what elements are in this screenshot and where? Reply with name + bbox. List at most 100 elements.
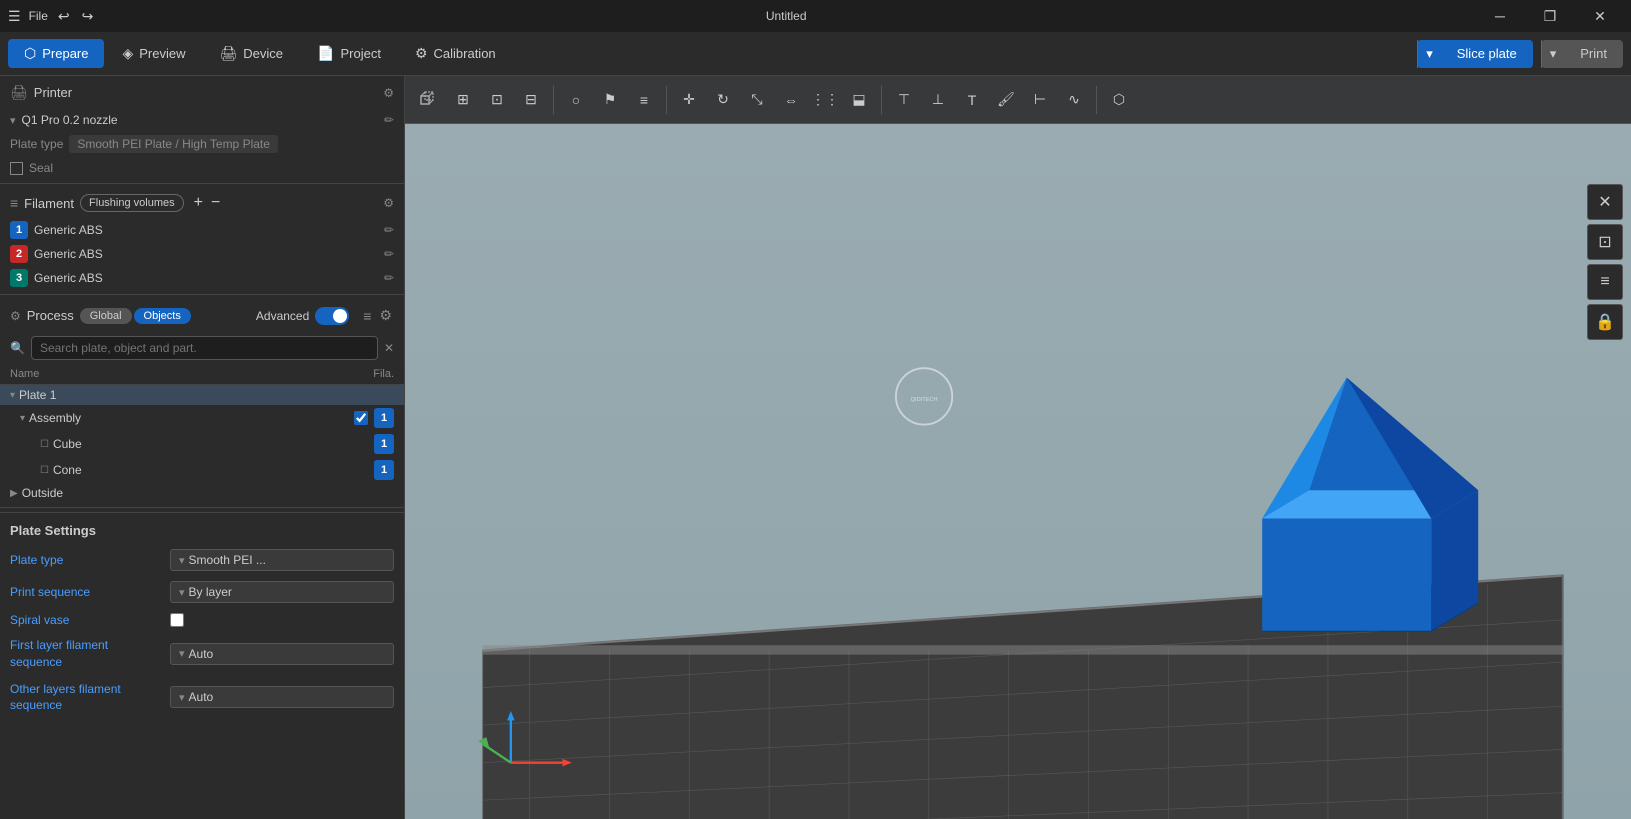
filament-num-3: 3 [10,269,28,287]
window-controls[interactable]: ─ ❐ ✕ [1477,0,1623,32]
divider-3 [0,507,404,508]
settings-cb-spiral-vase[interactable] [170,613,184,627]
assembly-checkbox[interactable] [354,411,368,425]
redo-button[interactable]: ↪ [80,6,96,27]
tree-row-cone[interactable]: ☐ Cone 1 [0,457,404,483]
filament-remove-icon[interactable]: − [211,194,220,212]
preview-icon: ◈ [122,45,133,62]
tb-obj-icon[interactable]: ○ [560,84,592,116]
filament-num-1: 1 [10,221,28,239]
search-icon: 🔍 [10,341,25,355]
tb-ortho-icon[interactable]: ⊟ [515,84,547,116]
tb-move-icon[interactable]: ✛ [673,84,705,116]
advanced-label: Advanced [256,309,309,323]
tree-row-plate1[interactable]: ▾ Plate 1 [0,385,404,405]
vp-layers-btn[interactable]: ≡ [1587,264,1623,300]
filament-name-2: Generic ABS [34,247,378,261]
nav-right: ▾ Slice plate ▾ Print [1417,40,1623,68]
tb-grid-icon[interactable]: ⊞ [447,84,479,116]
printer-settings-icon[interactable]: ⚙ [383,86,394,100]
flushing-volumes-button[interactable]: Flushing volumes [80,194,184,212]
printer-section-header: 🖨 Printer ⚙ [0,76,404,109]
tree-col-name: Name [10,368,344,380]
cone-fila-badge: 1 [374,460,394,480]
process-toggle-group[interactable]: Global Objects [80,308,191,324]
tab-project[interactable]: 📄 Project [301,39,397,68]
print-label[interactable]: Print [1564,40,1623,67]
slice-label[interactable]: Slice plate [1441,40,1533,67]
tb-layers-icon[interactable]: ≡ [628,84,660,116]
printer-name-label: Q1 Pro 0.2 nozzle [22,113,378,127]
tab-project-label: Project [340,46,380,61]
svg-text:QIDITECH: QIDITECH [911,397,938,403]
menu-area[interactable]: ☰ File ↩ ↪ [8,6,95,27]
seal-row: Seal [0,157,404,179]
undo-button[interactable]: ↩ [56,6,72,27]
plate-settings-title: Plate Settings [0,512,404,544]
settings-val-plate-type[interactable]: ▾ Smooth PEI ... [170,549,394,571]
search-input[interactable] [31,336,378,360]
slice-plate-button[interactable]: ▾ Slice plate [1417,40,1533,68]
tb-merge-icon[interactable]: ⊥ [922,84,954,116]
filament-add-icon[interactable]: + [194,194,203,212]
global-toggle[interactable]: Global [80,308,132,324]
menu-file-label[interactable]: File [29,9,48,23]
calibration-icon: ⚙ [415,45,428,62]
print-dropdown-arrow[interactable]: ▾ [1541,40,1565,68]
filament-num-2: 2 [10,245,28,263]
tab-device[interactable]: 🖨 Device [204,39,300,68]
tb-arrange-icon[interactable]: ⋮⋮ [809,84,841,116]
print-button[interactable]: ▾ Print [1541,40,1623,68]
tb-support-icon[interactable]: ⊢ [1024,84,1056,116]
tb-paint-icon[interactable]: 🖌 [990,84,1022,116]
process-list-icon[interactable]: ≡ [361,305,373,326]
plate1-label: Plate 1 [19,388,394,402]
printer-edit-icon[interactable]: ✏ [384,113,394,127]
cube-fila-badge: 1 [374,434,394,454]
vp-close-btn[interactable]: ✕ [1587,184,1623,220]
vp-lock-btn[interactable]: 🔒 [1587,304,1623,340]
tb-mesh-icon[interactable]: ⬡ [1103,84,1135,116]
tb-rotate-icon[interactable]: ↻ [707,84,739,116]
scene-3d[interactable]: QIDITECH 245x24 ✕ [405,124,1631,819]
settings-val-other-layers[interactable]: ▾ Auto [170,686,394,708]
tb-3d-view-icon[interactable] [413,84,445,116]
tb-view-icon[interactable]: ⊡ [481,84,513,116]
tree-row-assembly[interactable]: ▾ Assembly 1 [0,405,404,431]
tb-split-icon[interactable]: ⊤ [888,84,920,116]
objects-toggle[interactable]: Objects [134,308,191,324]
tb-seam-icon[interactable]: ∿ [1058,84,1090,116]
tree-row-cube[interactable]: ☐ Cube 1 [0,431,404,457]
tb-text-icon[interactable]: T [956,84,988,116]
plate-type-value[interactable]: Smooth PEI Plate / High Temp Plate [69,135,278,153]
process-section-header: ⚙ Process Global Objects Advanced ≡ ⚙ [0,299,404,332]
tree-row-outside[interactable]: ▶ Outside [0,483,404,503]
tb-mirror-icon[interactable]: ⇔ [775,84,807,116]
tab-preview[interactable]: ◈ Preview [106,39,201,68]
hamburger-icon[interactable]: ☰ [8,8,21,25]
viewport[interactable]: ⊞ ⊡ ⊟ ○ ⚑ ≡ ✛ ↻ ⤡ ⇔ ⋮⋮ ⬓ ⊤ ⊥ T 🖌 ⊢ ∿ ⬡ [405,76,1631,819]
tab-calibration[interactable]: ⚙ Calibration [399,39,512,68]
settings-val-first-layer[interactable]: ▾ Auto [170,643,394,665]
slice-dropdown-arrow[interactable]: ▾ [1417,40,1441,68]
filament-edit-1[interactable]: ✏ [384,223,394,237]
seal-checkbox[interactable] [10,162,23,175]
settings-val-first-layer-text: Auto [189,647,214,661]
tb-scale-icon[interactable]: ⤡ [741,84,773,116]
tb-flag-icon[interactable]: ⚑ [594,84,626,116]
advanced-toggle-switch[interactable] [315,307,349,325]
maximize-button[interactable]: ❐ [1527,0,1573,32]
tab-prepare[interactable]: ⬡ Prepare [8,39,104,68]
close-button[interactable]: ✕ [1577,0,1623,32]
search-clear-icon[interactable]: ✕ [384,341,394,355]
vp-view-btn[interactable]: ⊡ [1587,224,1623,260]
printer-name-row: ▾ Q1 Pro 0.2 nozzle ✏ [0,109,404,131]
filament-edit-2[interactable]: ✏ [384,247,394,261]
tb-flatten-icon[interactable]: ⬓ [843,84,875,116]
minimize-button[interactable]: ─ [1477,0,1523,32]
settings-val-print-sequence[interactable]: ▾ By layer [170,581,394,603]
process-settings-icon[interactable]: ⚙ [377,305,394,326]
filament-edit-3[interactable]: ✏ [384,271,394,285]
filament-settings-icon[interactable]: ⚙ [383,196,394,210]
tb-sep-1 [553,86,554,114]
